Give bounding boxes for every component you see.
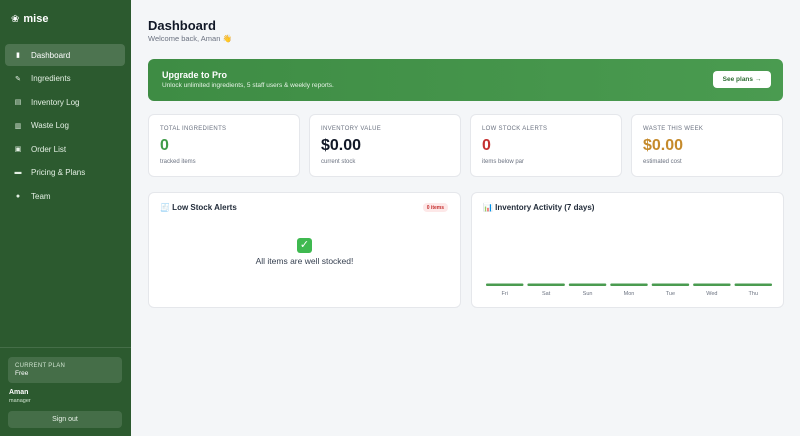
chart-tick-label: Thu bbox=[749, 291, 758, 297]
sidebar-item-label: Order List bbox=[31, 144, 67, 154]
sidebar-item-label: Dashboard bbox=[31, 50, 71, 60]
current-plan-value: Free bbox=[15, 370, 29, 377]
chart-bar-mon bbox=[610, 283, 648, 286]
all-stocked-message: All items are well stocked! bbox=[255, 256, 354, 266]
chart-tick-label: Mon bbox=[624, 291, 635, 297]
card-icon: ▬ bbox=[14, 169, 22, 176]
stat-card-waste-this-week: WASTE THIS WEEK $0.00 estimated cost bbox=[631, 114, 783, 177]
check-icon: ✓ bbox=[297, 238, 312, 253]
stat-card-inventory-value: INVENTORY VALUE $0.00 current stock bbox=[309, 114, 461, 177]
stat-subtext: estimated cost bbox=[643, 159, 682, 165]
chart-bar-sat bbox=[527, 283, 565, 286]
chart-tick-label: Sun bbox=[583, 291, 593, 297]
stat-subtext: tracked items bbox=[160, 159, 196, 165]
stat-label: INVENTORY VALUE bbox=[321, 126, 382, 132]
chart-tick-label: Fri bbox=[502, 291, 508, 297]
stat-value: $0.00 bbox=[643, 137, 684, 154]
sidebar-item-label: Team bbox=[31, 191, 51, 201]
welcome-subtitle: Welcome back, Aman 👋 bbox=[148, 34, 232, 43]
check-icon-wrap: ✓ bbox=[149, 235, 460, 253]
stat-label: WASTE THIS WEEK bbox=[643, 126, 704, 132]
clipboard-icon: ▤ bbox=[14, 99, 22, 106]
dashboard-icon: ▮ bbox=[16, 52, 20, 59]
trash-icon: ▥ bbox=[14, 122, 22, 130]
sidebar-item-label: Pricing & Plans bbox=[31, 168, 86, 177]
sidebar-item-waste-log[interactable]: ▥ Waste Log bbox=[5, 115, 125, 137]
banner-text: Unlock unlimited ingredients, 5 staff us… bbox=[162, 82, 334, 89]
herb-icon: ❀ bbox=[11, 13, 20, 25]
low-stock-alerts-card: 🧾 Low Stock Alerts 0 items ✓ All items a… bbox=[148, 192, 461, 308]
sign-out-button[interactable]: Sign out bbox=[8, 411, 122, 428]
stat-label: TOTAL INGREDIENTS bbox=[160, 126, 227, 132]
stat-card-total-ingredients: TOTAL INGREDIENTS 0 tracked items bbox=[148, 114, 300, 177]
user-name: Aman bbox=[9, 389, 29, 396]
chart-tick-label: Wed bbox=[706, 291, 717, 297]
page-title: Dashboard bbox=[148, 18, 216, 33]
stat-value: 0 bbox=[160, 137, 169, 154]
chart-bar-wed bbox=[693, 283, 731, 286]
box-icon: ▣ bbox=[14, 146, 22, 153]
user-role: manager bbox=[9, 398, 31, 404]
low-stock-title: 🧾 Low Stock Alerts bbox=[160, 203, 237, 212]
sidebar-item-ingredients[interactable]: ✎ Ingredients bbox=[5, 68, 125, 90]
banner-title: Upgrade to Pro bbox=[162, 70, 228, 80]
chart-bar-thu bbox=[734, 283, 772, 286]
chart-bar-tue bbox=[651, 283, 690, 286]
sidebar-item-team[interactable]: ● Team bbox=[5, 185, 125, 207]
leaf-icon: ✎ bbox=[15, 75, 21, 83]
chart-bar-fri bbox=[486, 283, 524, 286]
stat-subtext: current stock bbox=[321, 159, 356, 165]
see-plans-button[interactable]: See plans → bbox=[713, 71, 771, 88]
sidebar-item-label: Waste Log bbox=[31, 121, 69, 130]
chart-tick-label: Tue bbox=[666, 291, 675, 297]
current-plan-label: CURRENT PLAN bbox=[15, 363, 66, 369]
sidebar-item-inventory-log[interactable]: ▤ Inventory Log bbox=[5, 91, 125, 113]
stat-label: LOW STOCK ALERTS bbox=[482, 126, 548, 132]
upgrade-banner: Upgrade to Pro Unlock unlimited ingredie… bbox=[148, 59, 783, 101]
inventory-activity-card: 📊 Inventory Activity (7 days) Fri Sat Sun M… bbox=[471, 192, 784, 308]
sidebar-nav: ▮ Dashboard ✎ Ingredients ▤ Inventory Log ▥ Was… bbox=[5, 44, 125, 209]
sidebar-divider bbox=[0, 347, 131, 348]
sidebar-item-label: Inventory Log bbox=[31, 97, 80, 107]
brand-logo[interactable]: ❀ mise bbox=[11, 13, 48, 25]
sidebar-item-pricing-plans[interactable]: ▬ Pricing & Plans bbox=[5, 162, 125, 184]
stat-value: 0 bbox=[482, 137, 491, 154]
chart-tick-label: Sat bbox=[542, 291, 551, 297]
current-plan-box: CURRENT PLAN Free bbox=[8, 357, 122, 383]
low-stock-count-badge: 0 items bbox=[422, 203, 448, 212]
stat-card-low-stock-alerts: LOW STOCK ALERTS 0 items below par bbox=[470, 114, 622, 177]
stat-subtext: items below par bbox=[482, 159, 525, 165]
sidebar: ❀ mise ▮ Dashboard ✎ Ingredients ▤ Inventory … bbox=[0, 0, 131, 436]
activity-chart: Fri Sat Sun Mon Tue Wed Thu bbox=[486, 283, 772, 297]
people-icon: ● bbox=[15, 192, 21, 200]
sidebar-item-label: Ingredients bbox=[31, 74, 71, 83]
sidebar-item-dashboard[interactable]: ▮ Dashboard bbox=[5, 44, 125, 66]
sidebar-item-order-list[interactable]: ▣ Order List bbox=[5, 138, 125, 160]
stat-value: $0.00 bbox=[321, 137, 362, 154]
chart-bar-sun bbox=[568, 283, 607, 286]
brand-name: mise bbox=[23, 13, 49, 25]
